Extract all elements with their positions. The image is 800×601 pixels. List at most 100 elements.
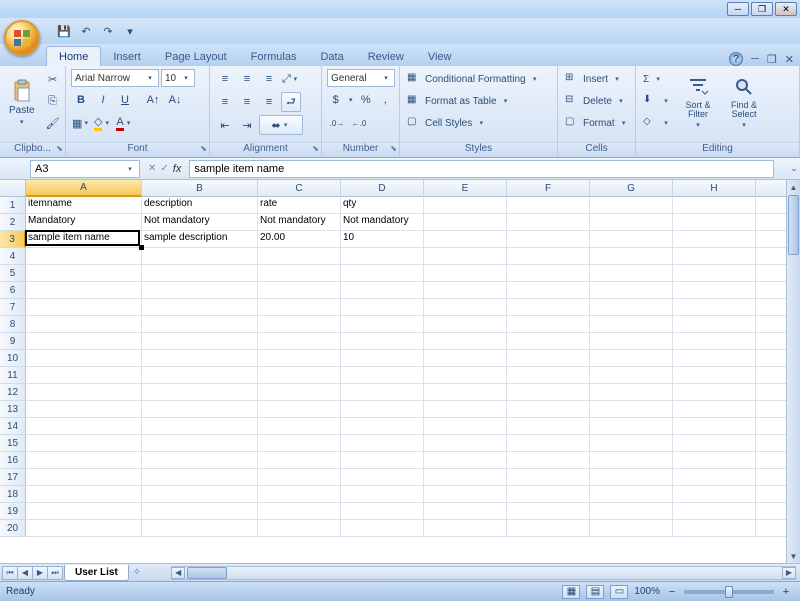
minimize-btn[interactable]: ─ bbox=[727, 2, 749, 16]
cell[interactable] bbox=[424, 265, 507, 282]
cell[interactable] bbox=[507, 469, 590, 486]
align-right-icon[interactable]: ≡ bbox=[259, 92, 279, 112]
cell[interactable] bbox=[424, 299, 507, 316]
cell[interactable]: itemname bbox=[26, 197, 142, 214]
fill-handle[interactable] bbox=[139, 245, 144, 250]
cell[interactable] bbox=[341, 503, 424, 520]
cell[interactable] bbox=[26, 265, 142, 282]
bold-button[interactable]: B bbox=[71, 90, 91, 110]
vscroll-thumb[interactable] bbox=[788, 195, 799, 255]
cell[interactable] bbox=[673, 299, 756, 316]
italic-button[interactable]: I bbox=[93, 90, 113, 110]
cell[interactable]: Not mandatory bbox=[341, 214, 424, 231]
cell[interactable] bbox=[142, 486, 258, 503]
cell[interactable] bbox=[424, 452, 507, 469]
find-select-button[interactable]: Find & Select▾ bbox=[723, 69, 765, 135]
cell[interactable]: Not mandatory bbox=[142, 214, 258, 231]
cell[interactable] bbox=[142, 503, 258, 520]
cell[interactable]: Not mandatory bbox=[258, 214, 341, 231]
row-header[interactable]: 10 bbox=[0, 350, 26, 367]
cell[interactable] bbox=[341, 418, 424, 435]
tab-formulas[interactable]: Formulas bbox=[239, 47, 309, 66]
save-icon[interactable]: 💾 bbox=[56, 23, 72, 39]
cell[interactable] bbox=[26, 520, 142, 537]
cell[interactable] bbox=[590, 299, 673, 316]
cell[interactable] bbox=[26, 282, 142, 299]
cell[interactable] bbox=[142, 265, 258, 282]
cancel-formula-icon[interactable]: ✕ bbox=[148, 163, 156, 174]
help-icon[interactable]: ? bbox=[729, 52, 743, 66]
number-launcher[interactable]: ⬊ bbox=[390, 144, 397, 153]
cell[interactable] bbox=[424, 503, 507, 520]
cell[interactable] bbox=[258, 367, 341, 384]
cell[interactable] bbox=[341, 282, 424, 299]
grow-font-icon[interactable]: A↑ bbox=[143, 90, 163, 110]
alignment-launcher[interactable]: ⬊ bbox=[312, 144, 319, 153]
column-header[interactable]: A bbox=[26, 180, 142, 197]
cell[interactable] bbox=[673, 333, 756, 350]
cell[interactable]: qty bbox=[341, 197, 424, 214]
cell[interactable] bbox=[424, 333, 507, 350]
align-middle-icon[interactable]: ≡ bbox=[237, 69, 257, 89]
cell[interactable] bbox=[341, 401, 424, 418]
cell[interactable] bbox=[26, 248, 142, 265]
merge-center-button[interactable]: ⬌▾ bbox=[259, 115, 303, 135]
format-painter-icon[interactable]: 🖌 bbox=[43, 113, 63, 133]
sort-filter-button[interactable]: Sort & Filter▾ bbox=[677, 69, 719, 135]
decrease-decimal-icon[interactable]: ←.0 bbox=[349, 113, 369, 133]
page-layout-view-icon[interactable]: ▤ bbox=[586, 585, 604, 599]
cell[interactable] bbox=[673, 265, 756, 282]
cell[interactable] bbox=[258, 486, 341, 503]
select-all-corner[interactable] bbox=[0, 180, 26, 197]
cell[interactable] bbox=[590, 435, 673, 452]
cell[interactable] bbox=[507, 265, 590, 282]
row-header[interactable]: 9 bbox=[0, 333, 26, 350]
enter-formula-icon[interactable]: ✓ bbox=[160, 163, 168, 174]
cell[interactable] bbox=[26, 316, 142, 333]
cell[interactable] bbox=[673, 401, 756, 418]
zoom-in-icon[interactable]: + bbox=[780, 586, 792, 598]
column-header[interactable]: H bbox=[673, 180, 756, 197]
cell[interactable] bbox=[424, 520, 507, 537]
cell[interactable] bbox=[424, 435, 507, 452]
cell[interactable] bbox=[341, 316, 424, 333]
row-header[interactable]: 5 bbox=[0, 265, 26, 282]
tab-data[interactable]: Data bbox=[308, 47, 355, 66]
cell[interactable] bbox=[142, 418, 258, 435]
prev-sheet-icon[interactable]: ◀ bbox=[17, 566, 33, 580]
cell[interactable] bbox=[258, 248, 341, 265]
cell[interactable] bbox=[590, 282, 673, 299]
expand-formula-bar[interactable]: ⌄ bbox=[788, 163, 800, 174]
tab-insert[interactable]: Insert bbox=[101, 47, 153, 66]
cell[interactable] bbox=[590, 197, 673, 214]
row-header[interactable]: 19 bbox=[0, 503, 26, 520]
cell[interactable] bbox=[507, 486, 590, 503]
font-color-button[interactable]: A▾ bbox=[115, 113, 135, 133]
cell[interactable] bbox=[142, 435, 258, 452]
insert-cells-button[interactable]: ⊞Insert▾ bbox=[563, 69, 631, 89]
column-header[interactable]: G bbox=[590, 180, 673, 197]
cell[interactable]: sample description bbox=[142, 231, 258, 248]
undo-icon[interactable]: ↶ bbox=[78, 23, 94, 39]
cell[interactable] bbox=[341, 435, 424, 452]
cell[interactable] bbox=[26, 503, 142, 520]
cell[interactable] bbox=[258, 265, 341, 282]
row-header[interactable]: 11 bbox=[0, 367, 26, 384]
cell[interactable] bbox=[341, 265, 424, 282]
cell[interactable] bbox=[424, 401, 507, 418]
cell[interactable] bbox=[142, 384, 258, 401]
tab-review[interactable]: Review bbox=[356, 47, 416, 66]
scroll-up-icon[interactable]: ▲ bbox=[787, 180, 800, 194]
last-sheet-icon[interactable]: ⏭ bbox=[47, 566, 63, 580]
cell[interactable] bbox=[142, 282, 258, 299]
normal-view-icon[interactable]: ▦ bbox=[562, 585, 580, 599]
zoom-level[interactable]: 100% bbox=[634, 586, 660, 597]
cell[interactable] bbox=[507, 401, 590, 418]
cell[interactable] bbox=[507, 282, 590, 299]
next-sheet-icon[interactable]: ▶ bbox=[32, 566, 48, 580]
vertical-scrollbar[interactable]: ▲ ▼ bbox=[786, 180, 800, 563]
scroll-down-icon[interactable]: ▼ bbox=[787, 549, 800, 563]
cell[interactable] bbox=[258, 435, 341, 452]
cell[interactable] bbox=[258, 401, 341, 418]
column-header[interactable]: C bbox=[258, 180, 341, 197]
